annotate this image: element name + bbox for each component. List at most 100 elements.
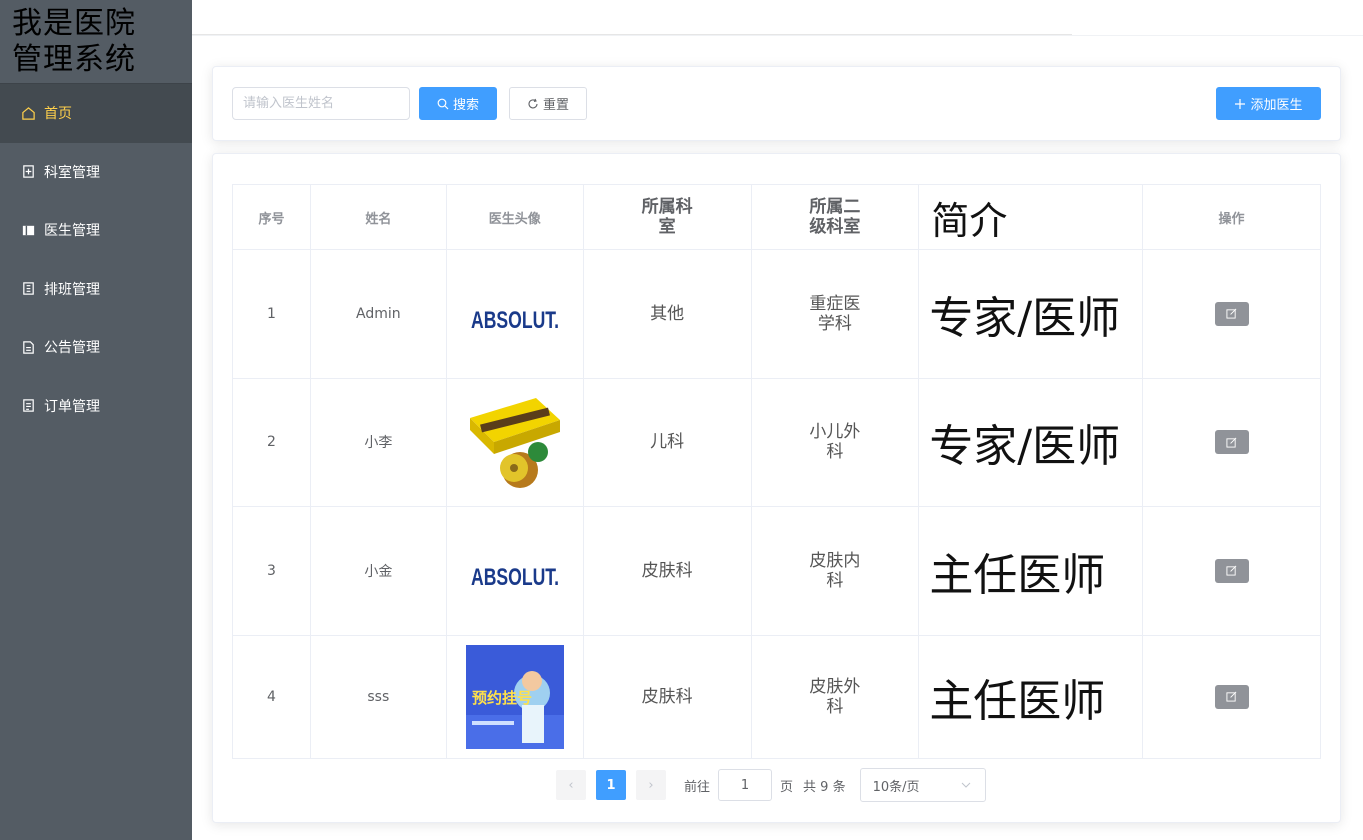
total-count: 共 9 条 [803,779,846,795]
svg-text:ABSOLUT.: ABSOLUT. [471,307,559,334]
cell-department: 皮肤科 [582,506,752,636]
absolut-logo-image: ABSOLUT. [471,564,559,591]
edit-icon [1226,691,1237,702]
sidebar-item-doctor[interactable]: 医生管理 [0,201,192,260]
svg-text:预约挂号: 预约挂号 [472,689,532,707]
list-document-icon [20,398,36,414]
refresh-icon [528,98,538,108]
page-number-1[interactable]: 1 [596,770,626,800]
app-title-line1: 我是医院 [12,6,136,41]
cell-avatar: 预约挂号 [445,634,584,759]
cell-name: 小李 [309,377,447,507]
cell-intro: 专家/医师 [918,249,1144,379]
cell-index: 3 [232,506,311,636]
cell-index: 2 [232,377,311,507]
notebook-icon [20,222,36,238]
column-header-name: 姓名 [309,184,447,250]
appointment-poster-image: 预约挂号 [465,644,564,749]
cell-actions [1142,634,1321,759]
sidebar-item-label: 首页 [44,106,72,123]
sidebar-item-label: 医生管理 [44,223,100,240]
table-row: 4 sss 预约挂号 皮肤科 皮肤外科 主任医师 [232,634,1321,759]
absolut-logo-image: ABSOLUT. [471,307,559,334]
sidebar-item-label: 排班管理 [44,281,100,298]
home-icon [20,105,36,121]
sidebar-item-department[interactable]: 科室管理 [0,143,192,202]
search-button[interactable]: 搜索 [419,87,497,120]
cell-subdepartment: 小儿外科 [750,377,920,507]
cell-actions [1142,506,1321,636]
sidebar-item-home[interactable]: 首页 [0,84,192,143]
cell-name: sss [309,634,447,759]
edit-icon [1226,437,1237,448]
doctor-name-search-input[interactable] [232,87,410,120]
goto-page-input[interactable] [718,769,773,801]
chevron-right-icon: › [648,777,654,793]
pagination: ‹ 1 › 前往 页 共 9 条 10条/页 [556,768,986,802]
edit-icon [1226,308,1237,319]
add-doctor-button-label: 添加医生 [1250,98,1303,113]
cell-subdepartment: 重症医 学科 [750,249,920,379]
add-doctor-button[interactable]: 添加医生 [1216,87,1321,120]
kiwi-box-image [469,398,560,489]
edit-icon [1226,565,1237,576]
cell-index: 1 [232,249,311,379]
reset-button-label: 重置 [542,98,569,113]
prev-page-button[interactable]: ‹ [556,770,586,800]
sidebar-item-schedule[interactable]: 排班管理 [0,260,192,319]
goto-label: 前往 [684,779,711,795]
sidebar-item-label: 公告管理 [44,340,100,357]
chevron-down-icon [961,782,970,788]
cell-intro: 主任医师 [918,506,1144,636]
sidebar-item-label: 科室管理 [44,164,100,181]
cell-avatar [445,377,584,507]
header-bar [192,0,1072,35]
search-button-label: 搜索 [452,98,479,113]
cell-department: 皮肤科 [582,634,752,759]
chevron-left-icon: ‹ [568,777,574,793]
document-add-icon [20,164,36,180]
page-size-select[interactable]: 10条/页 [859,768,986,802]
cell-subdepartment: 皮肤外科 [750,634,920,759]
cell-index: 4 [232,634,311,759]
search-icon [437,98,449,109]
column-header-department: 所属科室 [582,184,752,250]
cell-name: Admin [309,249,447,379]
doctor-table: 序号 姓名 医生头像 所属科室 所属二 级科室 简介 操作 1 Admin ABS… [232,184,1321,759]
page-size-value: 10条/页 [872,779,920,795]
sidebar-item-notice[interactable]: 公告管理 [0,318,192,377]
cell-actions [1142,249,1321,379]
sidebar-item-order[interactable]: 订单管理 [0,377,192,436]
edit-button[interactable] [1214,558,1249,583]
app-title-line2: 管理系统 [12,42,136,77]
cell-avatar: ABSOLUT. [445,249,584,379]
cell-actions [1142,377,1321,507]
table-row: 2 小李 儿科 小儿外科 专家/医师 [232,377,1321,507]
column-header-subdepartment: 所属二 级科室 [750,184,920,250]
cell-department: 其他 [582,249,752,379]
cell-intro: 专家/医师 [918,377,1144,507]
cell-name: 小金 [309,506,447,636]
edit-button[interactable] [1214,430,1249,455]
cell-subdepartment: 皮肤内科 [750,506,920,636]
tickets-icon [20,281,36,297]
cell-avatar: ABSOLUT. [445,506,584,636]
app-logo-title: 我是医院 管理系统 [0,0,192,84]
table-row: 3 小金 ABSOLUT. 皮肤科 皮肤内科 主任医师 [232,506,1321,636]
document-icon [20,339,36,355]
svg-text:ABSOLUT.: ABSOLUT. [471,564,559,591]
column-header-index: 序号 [232,184,311,250]
edit-button[interactable] [1214,301,1249,326]
sidebar-item-label: 订单管理 [44,398,100,415]
reset-button[interactable]: 重置 [509,87,587,120]
next-page-button[interactable]: › [636,770,666,800]
plus-icon [1235,98,1246,109]
page-unit-label: 页 [780,779,794,795]
sidebar: 我是医院 管理系统 首页 科室管理 医生管理 排班管理 公告管理 订单管理 [0,0,192,840]
table-header-row: 序号 姓名 医生头像 所属科室 所属二 级科室 简介 操作 [232,184,1321,250]
edit-button[interactable] [1214,684,1249,709]
column-header-actions: 操作 [1142,184,1321,250]
column-header-intro: 简介 [918,184,1144,250]
column-header-avatar: 医生头像 [445,184,584,250]
table-row: 1 Admin ABSOLUT. 其他 重症医 学科 专家/医师 [232,249,1321,379]
